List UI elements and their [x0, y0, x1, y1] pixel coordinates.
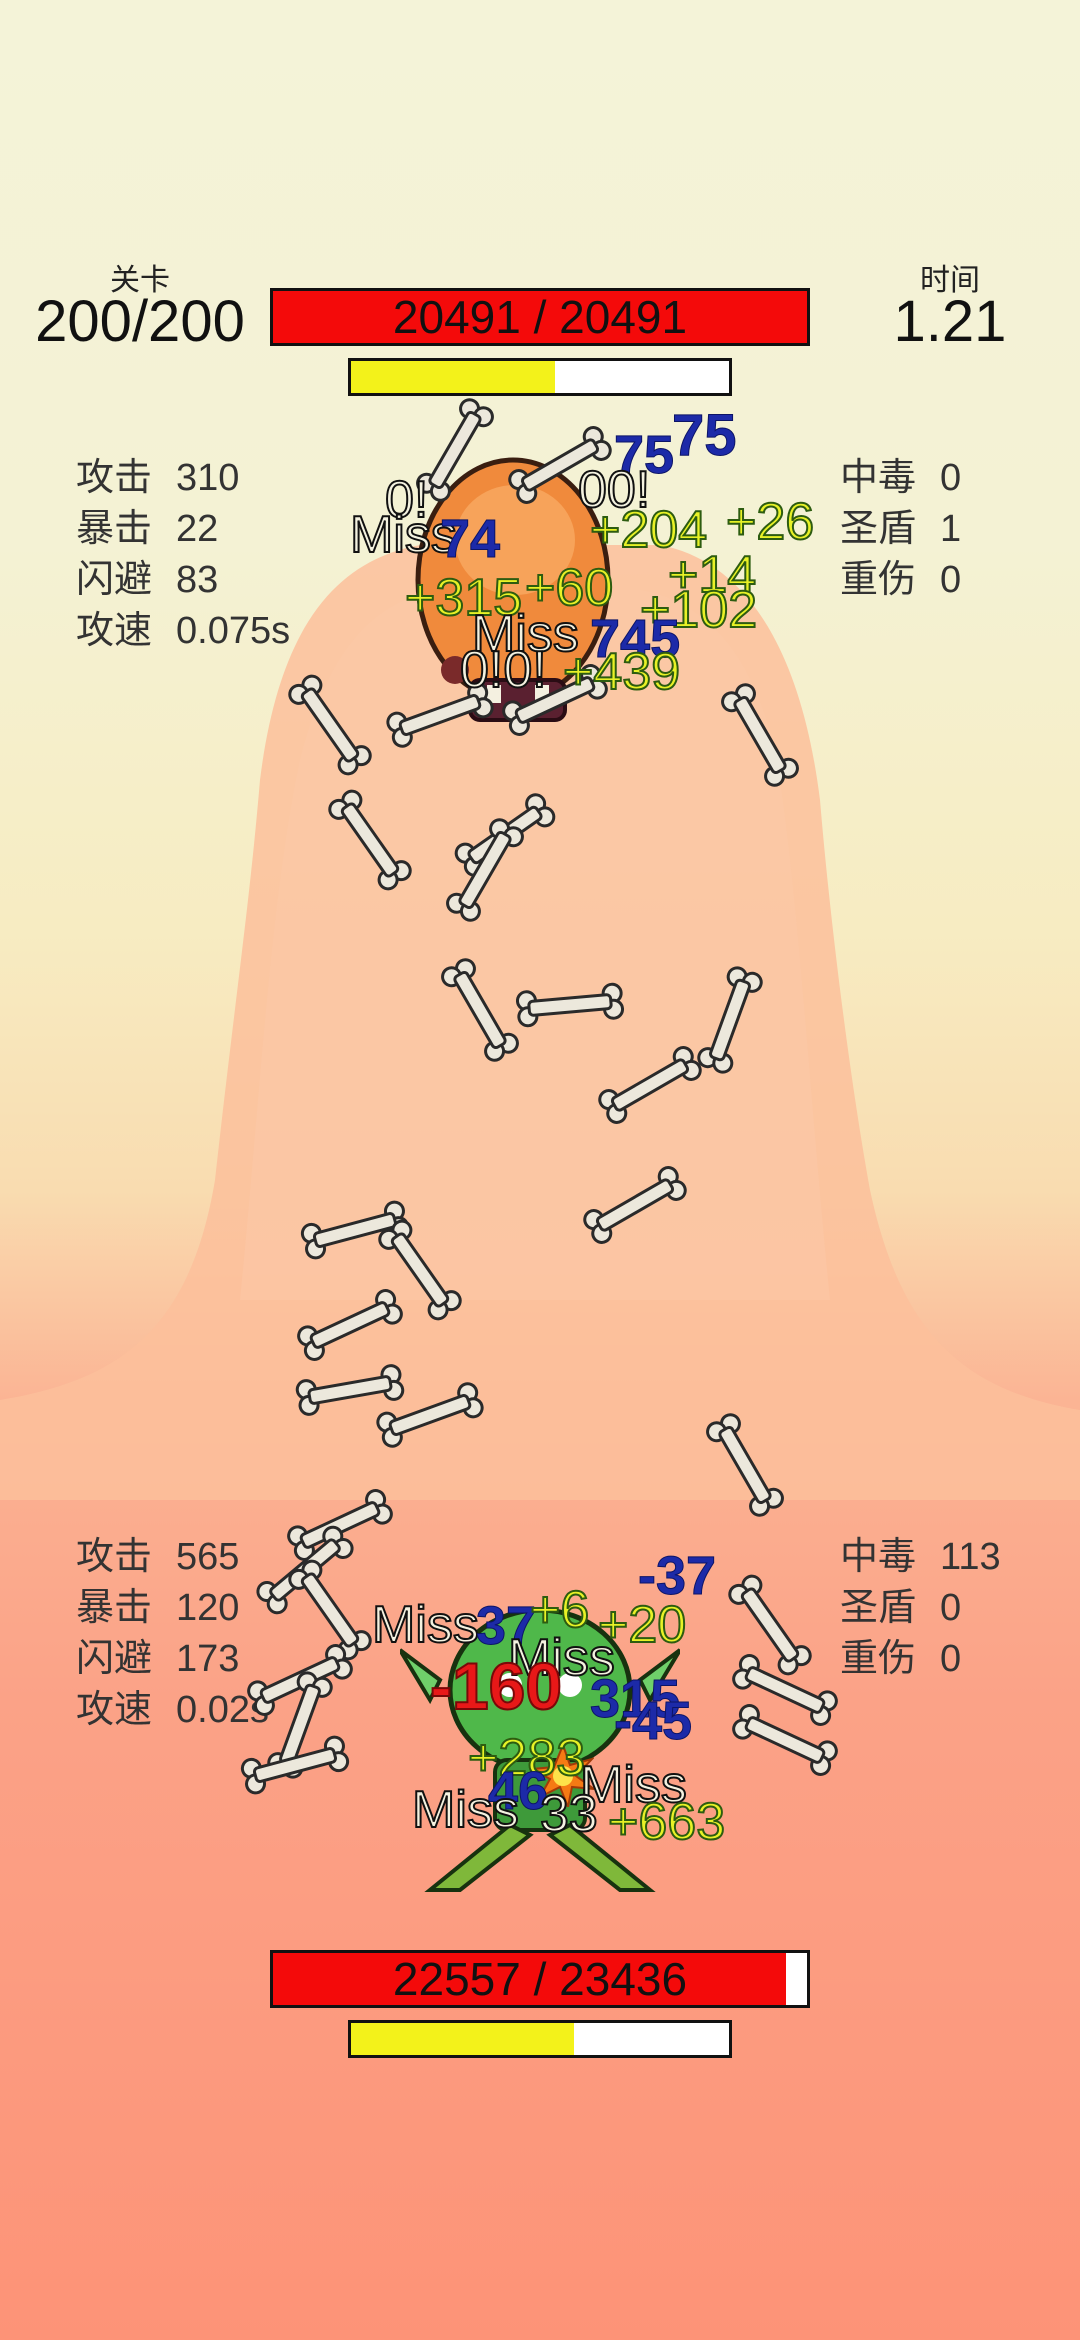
stat-label: 暴击 [76, 508, 153, 550]
stat-label: 攻击 [76, 1536, 153, 1578]
time-value: 1.21 [893, 289, 1007, 354]
stat-value: 113 [940, 1536, 1001, 1578]
float-text: +663 [607, 1792, 726, 1852]
enemy-stat-wound: 重伤 0 [840, 555, 961, 606]
stat-value: 0 [940, 1638, 962, 1680]
enemy-stat-shield: 圣盾 1 [840, 504, 961, 555]
float-text: -160 [429, 1648, 563, 1724]
stat-value: 120 [176, 1587, 240, 1629]
stat-label: 攻击 [76, 457, 153, 499]
float-text: 33 [539, 1784, 599, 1844]
enemy-stat-speed: 攻速 0.075s [76, 606, 290, 657]
float-text: +439 [562, 642, 681, 702]
stat-value: 173 [176, 1638, 240, 1680]
stat-label: 重伤 [840, 559, 917, 601]
player-stat-crit: 暴击 120 [76, 1583, 269, 1634]
stat-label: 攻速 [76, 1689, 153, 1731]
stat-label: 重伤 [840, 1638, 917, 1680]
stat-value: 22 [176, 508, 219, 550]
float-text: +26 [725, 492, 815, 552]
enemy-stats-left: 攻击 310 暴击 22 闪避 83 攻速 0.075s [76, 453, 290, 657]
player-stat-attack: 攻击 565 [76, 1532, 269, 1583]
stat-label: 闪避 [76, 559, 153, 601]
float-text: 0!0! [459, 640, 548, 700]
player-stat-dodge: 闪避 173 [76, 1634, 269, 1685]
float-text: Miss [411, 1780, 520, 1840]
player-stat-speed: 攻速 0.02s [76, 1685, 269, 1736]
enemy-stats-right: 中毒 0 圣盾 1 重伤 0 [840, 453, 961, 606]
stat-label: 攻速 [76, 610, 153, 652]
stat-label: 中毒 [840, 1536, 917, 1578]
enemy-stat-crit: 暴击 22 [76, 504, 290, 555]
float-text: -45 [613, 1691, 693, 1752]
level-value: 200/200 [35, 289, 245, 354]
stat-label: 暴击 [76, 1587, 153, 1629]
enemy-stat-attack: 攻击 310 [76, 453, 290, 504]
stat-value: 0 [940, 559, 962, 601]
enemy-stat-poison: 中毒 0 [840, 453, 961, 504]
stat-label: 闪避 [76, 1638, 153, 1680]
enemy-energy-bar [348, 358, 732, 396]
stat-label: 中毒 [840, 457, 917, 499]
enemy-hp-bar: 20491 / 20491 [270, 288, 810, 346]
player-stat-poison: 中毒 113 [840, 1532, 1001, 1583]
enemy-energy-fill [351, 361, 556, 393]
enemy-stat-dodge: 闪避 83 [76, 555, 290, 606]
float-text: Miss [371, 1595, 480, 1655]
enemy-hp-text: 20491 / 20491 [392, 291, 688, 343]
stat-value: 0.075s [176, 610, 291, 652]
player-energy-bar [348, 2020, 732, 2058]
stat-value: 0 [940, 1587, 962, 1629]
stat-value: 83 [176, 559, 219, 601]
player-stats-right: 中毒 113 圣盾 0 重伤 0 [840, 1532, 1001, 1685]
float-text: 75 [672, 403, 738, 469]
stat-label: 圣盾 [840, 508, 917, 550]
player-energy-fill [351, 2023, 575, 2055]
player-stats-left: 攻击 565 暴击 120 闪避 173 攻速 0.02s [76, 1532, 269, 1736]
player-stat-wound: 重伤 0 [840, 1634, 1001, 1685]
stat-value: 565 [176, 1536, 240, 1578]
player-stat-shield: 圣盾 0 [840, 1583, 1001, 1634]
stat-value: 310 [176, 457, 240, 499]
float-text: 74 [439, 509, 501, 570]
player-hp-bar: 22557 / 23436 [270, 1950, 810, 2008]
stat-value: 1 [940, 508, 962, 550]
stat-value: 0 [940, 457, 962, 499]
player-hp-text: 22557 / 23436 [392, 1953, 688, 2005]
stat-label: 圣盾 [840, 1587, 917, 1629]
